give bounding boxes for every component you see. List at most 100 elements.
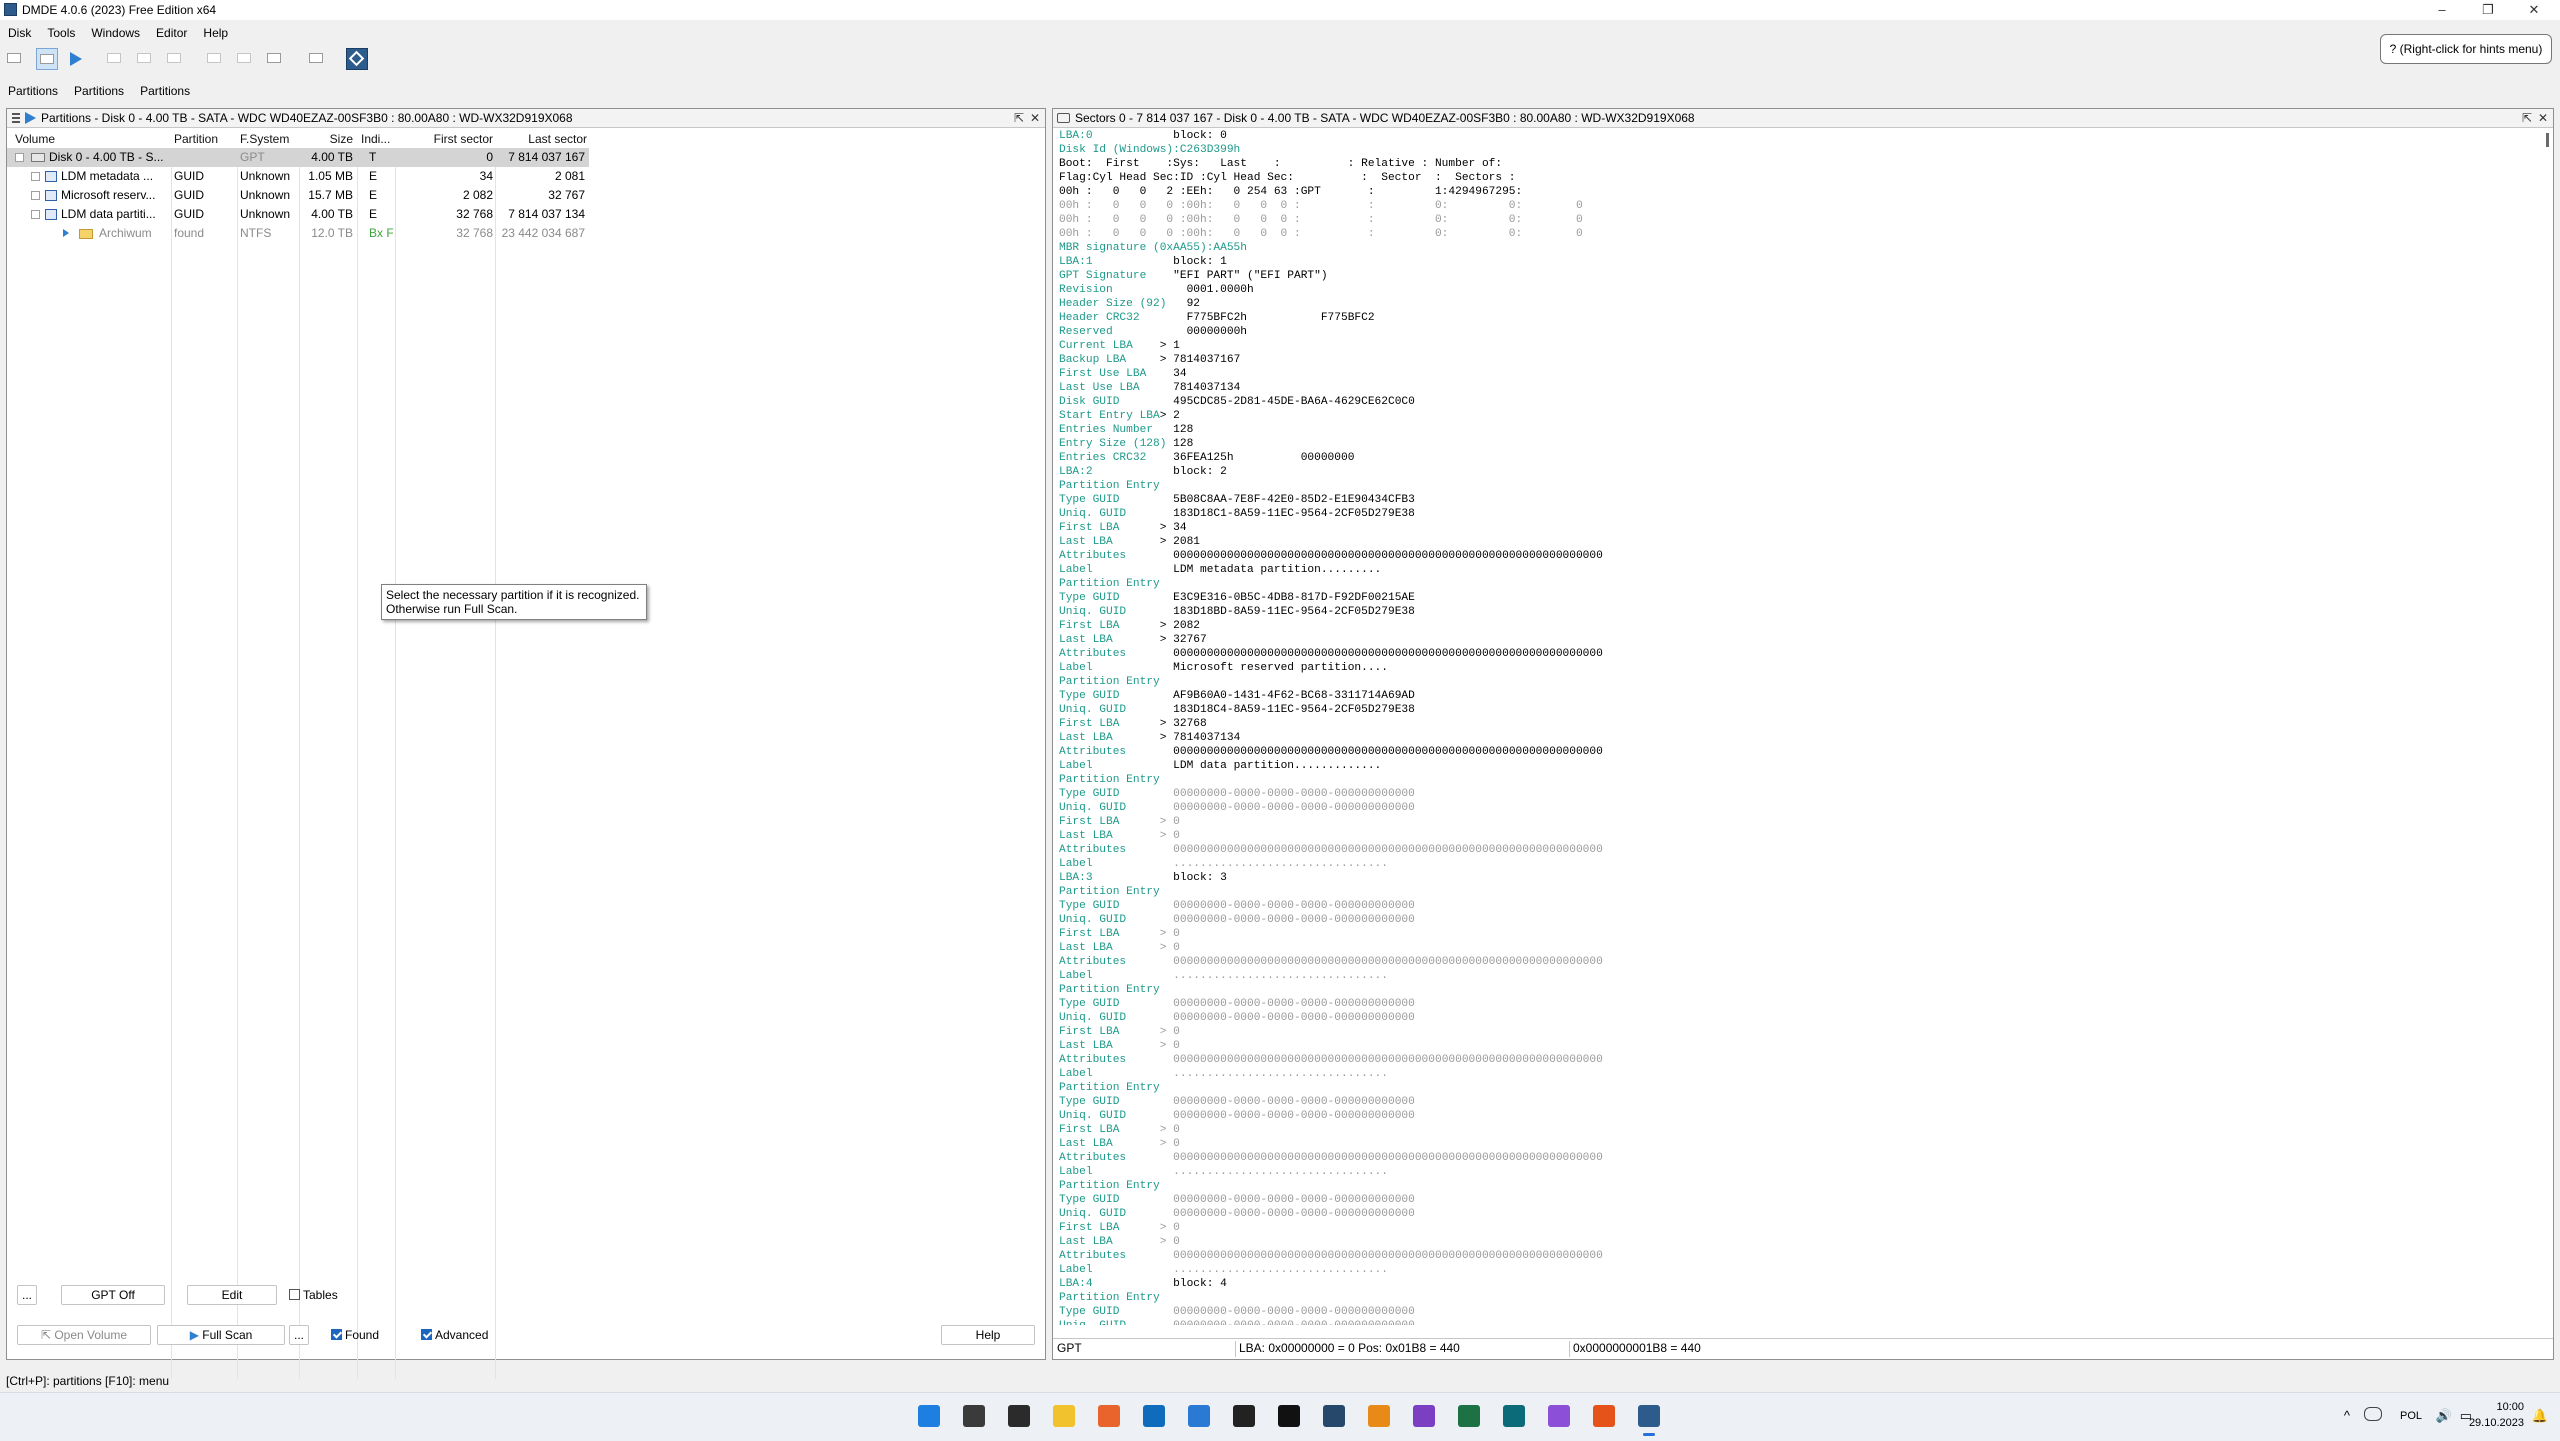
sector-line[interactable]: Header Size (92) 92 — [1059, 297, 2539, 311]
menu-windows[interactable]: Windows — [83, 24, 148, 42]
restore-button[interactable]: ❐ — [2466, 0, 2510, 20]
panel-play-icon[interactable] — [25, 112, 36, 124]
table-row-found[interactable]: Archiwum found NTFS 12.0 TB Bx F 32 768 … — [7, 224, 589, 243]
sector-line[interactable]: Entry Size (128) 128 — [1059, 437, 2539, 451]
image-panel-icon[interactable] — [264, 48, 286, 70]
tab-partitions-3[interactable]: Partitions — [132, 82, 198, 98]
sector-line[interactable]: Start Entry LBA> 2 — [1059, 409, 2539, 423]
stack-app-icon[interactable] — [1413, 1405, 1435, 1427]
sector-line[interactable]: Label ................................ — [1059, 1067, 2539, 1081]
tab-partitions-2[interactable]: Partitions — [66, 82, 132, 98]
panel-menu-icon[interactable] — [12, 113, 20, 123]
back-icon[interactable] — [104, 48, 126, 70]
sector-line[interactable]: LBA:0 block: 0 — [1059, 129, 2539, 143]
full-scan-button[interactable]: ▶ Full Scan — [157, 1325, 285, 1345]
sector-line[interactable]: LBA:1 block: 1 — [1059, 255, 2539, 269]
sector-line[interactable]: Disk Id (Windows):C263D399h — [1059, 143, 2539, 157]
sector-line[interactable]: Uniq. GUID 00000000-0000-0000-0000-00000… — [1059, 1109, 2539, 1123]
menu-tools[interactable]: Tools — [39, 24, 83, 42]
table-row[interactable]: Microsoft reserv... GUID Unknown 15.7 MB… — [7, 186, 589, 205]
notifications-icon[interactable]: 🔔 — [2532, 1408, 2548, 1424]
column-header-volume[interactable]: Volume — [15, 131, 55, 147]
sector-line[interactable]: Partition Entry — [1059, 1081, 2539, 1095]
sector-line[interactable]: LBA:3 block: 3 — [1059, 871, 2539, 885]
speaker-icon[interactable]: 🔊 — [2436, 1408, 2452, 1424]
language-indicator[interactable]: POL — [2400, 1410, 2422, 1422]
folder-icon[interactable] — [1053, 1405, 1075, 1427]
column-header-size[interactable]: Size — [297, 131, 353, 147]
tab-partitions-1[interactable]: Partitions — [0, 82, 66, 98]
sector-line[interactable]: Type GUID 00000000-0000-0000-0000-000000… — [1059, 899, 2539, 913]
find-icon[interactable] — [134, 48, 156, 70]
sector-line[interactable]: GPT Signature "EFI PART" ("EFI PART") — [1059, 269, 2539, 283]
sector-line[interactable]: First LBA > 2082 — [1059, 619, 2539, 633]
play-icon[interactable] — [64, 48, 86, 70]
menu-disk[interactable]: Disk — [0, 24, 39, 42]
sector-line[interactable]: Label LDM metadata partition......... — [1059, 563, 2539, 577]
sector-line[interactable]: Type GUID E3C9E316-0B5C-4DB8-817D-F92DF0… — [1059, 591, 2539, 605]
copy-icon[interactable] — [164, 48, 186, 70]
column-header-indicators[interactable]: Indi... — [361, 131, 390, 147]
sector-line[interactable]: 00h : 0 0 0 :00h: 0 0 0 : : 0: 0: 0 — [1059, 199, 2539, 213]
table-row-disk[interactable]: Disk 0 - 4.00 TB - S... GPT 4.00 TB T 0 … — [7, 148, 589, 167]
sector-line[interactable]: Last LBA > 0 — [1059, 1039, 2539, 1053]
panel-close-icon[interactable]: ✕ — [2535, 109, 2551, 127]
office-icon[interactable] — [1593, 1405, 1615, 1427]
row-checkbox[interactable] — [31, 191, 40, 200]
sector-line[interactable]: Type GUID 00000000-0000-0000-0000-000000… — [1059, 997, 2539, 1011]
sector-line[interactable]: Uniq. GUID 183D18C1-8A59-11EC-9564-2CF05… — [1059, 507, 2539, 521]
tray-chevron-icon[interactable]: ^ — [2344, 1408, 2350, 1423]
checkbox-box[interactable] — [289, 1289, 300, 1300]
blue-app-icon[interactable] — [1188, 1405, 1210, 1427]
visual-studio-icon[interactable] — [1548, 1405, 1570, 1427]
sector-line[interactable]: Uniq. GUID 183D18BD-8A59-11EC-9564-2CF05… — [1059, 605, 2539, 619]
sector-line[interactable]: Uniq. GUID 183D18C4-8A59-11EC-9564-2CF05… — [1059, 703, 2539, 717]
sector-line[interactable]: Type GUID 00000000-0000-0000-0000-000000… — [1059, 1305, 2539, 1319]
sector-line[interactable]: Label LDM data partition............. — [1059, 759, 2539, 773]
sector-line[interactable]: Entries CRC32 36FEA125h 00000000 — [1059, 451, 2539, 465]
scrollbar-thumb[interactable] — [2546, 133, 2549, 147]
file-panel-icon[interactable] — [204, 48, 226, 70]
sector-line[interactable]: Last LBA > 0 — [1059, 941, 2539, 955]
sector-line[interactable]: Revision 0001.0000h — [1059, 283, 2539, 297]
partitions-list-icon[interactable] — [36, 48, 58, 70]
sector-line[interactable]: Label ................................ — [1059, 1263, 2539, 1277]
sector-line[interactable]: Backup LBA > 7814037167 — [1059, 353, 2539, 367]
windows-start-icon[interactable] — [918, 1405, 940, 1427]
menu-help[interactable]: Help — [195, 24, 236, 42]
sector-line[interactable]: Partition Entry — [1059, 1291, 2539, 1305]
sector-line[interactable]: First LBA > 0 — [1059, 815, 2539, 829]
sector-line[interactable]: Label ................................ — [1059, 969, 2539, 983]
sector-line[interactable]: Uniq. GUID 00000000-0000-0000-0000-00000… — [1059, 801, 2539, 815]
sector-line[interactable]: MBR signature (0xAA55):AA55h — [1059, 241, 2539, 255]
sector-line[interactable]: First LBA > 0 — [1059, 1025, 2539, 1039]
outlook-icon[interactable] — [1143, 1405, 1165, 1427]
sector-line[interactable]: Partition Entry — [1059, 773, 2539, 787]
sector-line[interactable]: Partition Entry — [1059, 577, 2539, 591]
sector-line[interactable]: 00h : 0 0 0 :00h: 0 0 0 : : 0: 0: 0 — [1059, 227, 2539, 241]
sector-line[interactable]: First LBA > 0 — [1059, 1221, 2539, 1235]
sector-line[interactable]: Uniq. GUID 00000000-0000-0000-0000-00000… — [1059, 913, 2539, 927]
options-button[interactable]: ... — [17, 1285, 37, 1305]
star-app-icon[interactable] — [1278, 1405, 1300, 1427]
checkbox-box[interactable] — [421, 1329, 432, 1340]
sector-line[interactable]: Last LBA > 0 — [1059, 1235, 2539, 1249]
sector-line[interactable]: Partition Entry — [1059, 675, 2539, 689]
row-checkbox[interactable] — [31, 210, 40, 219]
cloud-icon[interactable] — [2364, 1407, 2382, 1421]
sector-line[interactable]: Last LBA > 32767 — [1059, 633, 2539, 647]
sector-line[interactable]: Disk GUID 495CDC85-2D81-45DE-BA6A-4629CE… — [1059, 395, 2539, 409]
sector-line[interactable]: 00h : 0 0 2 :EEh: 0 254 63 :GPT : 1:4294… — [1059, 185, 2539, 199]
column-header-partition[interactable]: Partition — [174, 131, 218, 147]
sector-line[interactable]: Uniq. GUID 00000000-0000-0000-0000-00000… — [1059, 1011, 2539, 1025]
excel-icon[interactable] — [1458, 1405, 1480, 1427]
panel-pin-icon[interactable]: ⇱ — [1011, 109, 1027, 127]
sector-line[interactable]: Last LBA > 7814037134 — [1059, 731, 2539, 745]
dev-tool-icon[interactable] — [1503, 1405, 1525, 1427]
chart-app-icon[interactable] — [1233, 1405, 1255, 1427]
list-panel-icon[interactable] — [234, 48, 256, 70]
sector-line[interactable]: Type GUID 5B08C8AA-7E8F-42E0-85D2-E1E904… — [1059, 493, 2539, 507]
sector-line[interactable]: Label Microsoft reserved partition.... — [1059, 661, 2539, 675]
sector-line[interactable]: Attributes 00000000000000000000000000000… — [1059, 745, 2539, 759]
menu-editor[interactable]: Editor — [148, 24, 195, 42]
